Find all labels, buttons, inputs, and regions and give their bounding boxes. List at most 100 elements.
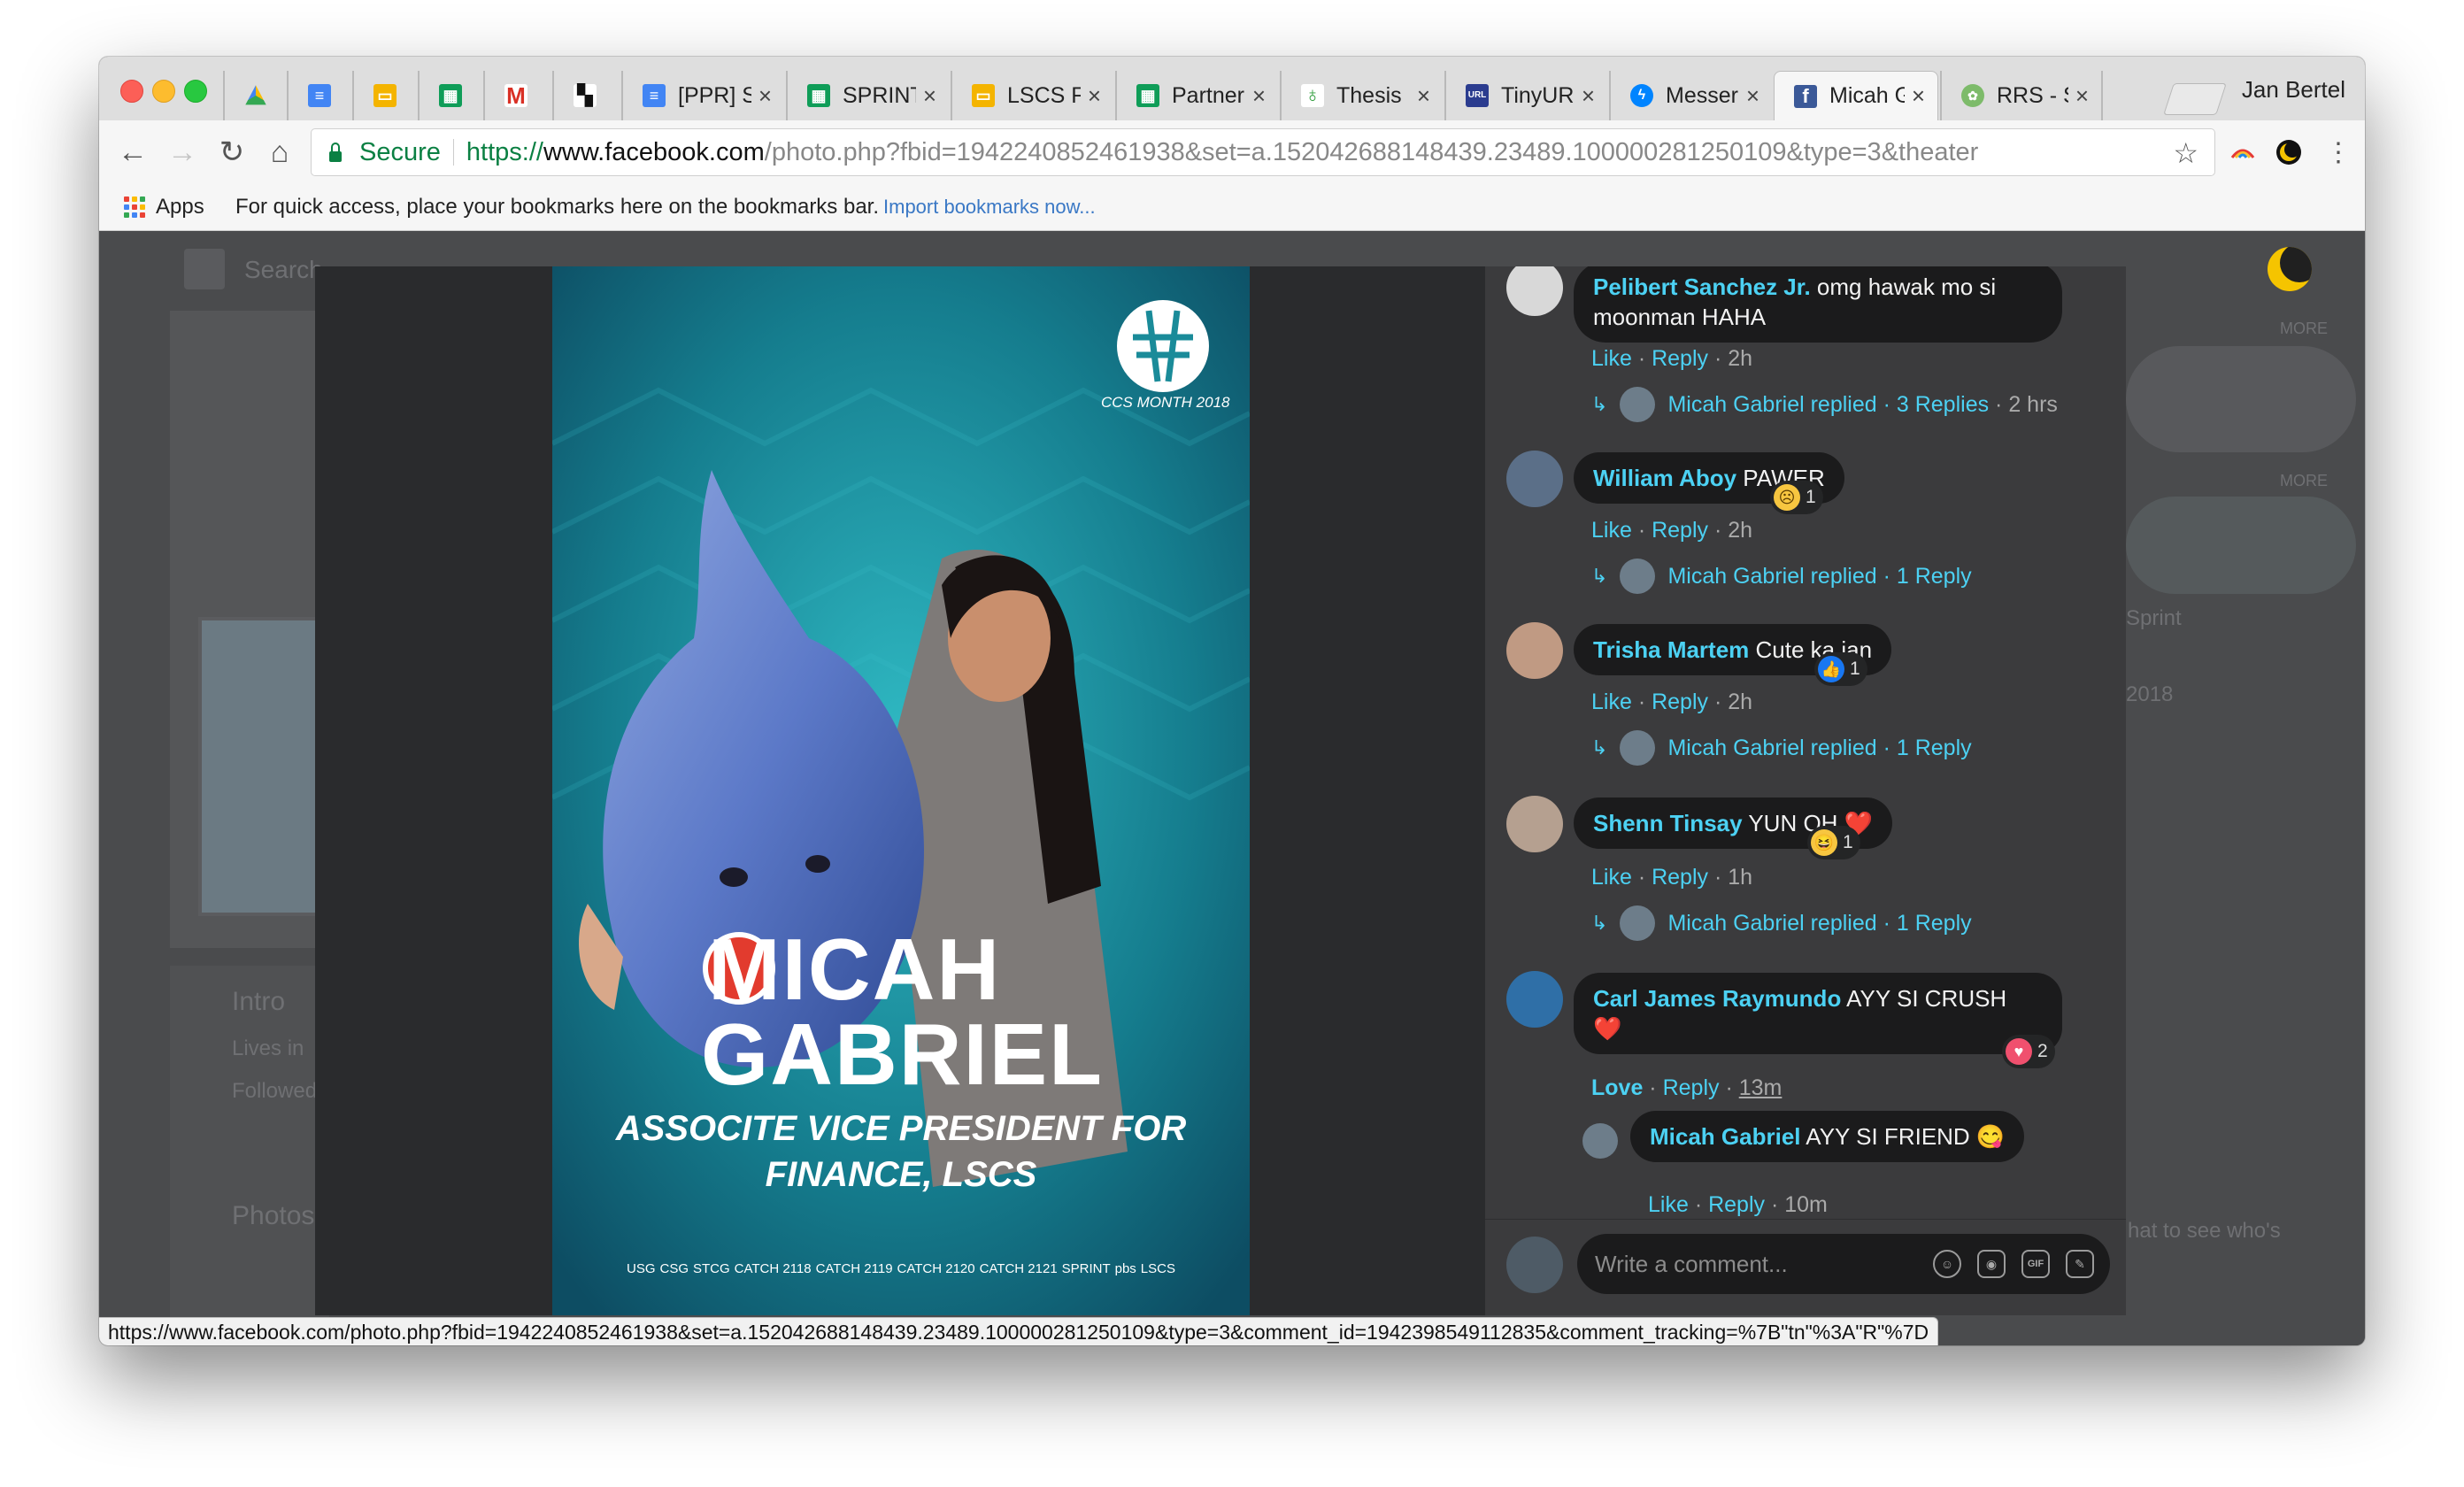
close-window-button[interactable] bbox=[120, 80, 143, 103]
tab-close-button[interactable]: × bbox=[923, 82, 936, 110]
tab-thesis[interactable]: ♁ Thesis × bbox=[1280, 71, 1443, 120]
forward-button[interactable]: → bbox=[163, 133, 202, 172]
replies-link[interactable]: ↳ Micah Gabriel replied · 1 Reply bbox=[1591, 905, 1972, 941]
comment-author[interactable]: Carl James Raymundo bbox=[1593, 985, 1841, 1012]
comment-composer[interactable]: Write a comment... ☺ ◉ GIF ✎ bbox=[1577, 1234, 2110, 1294]
tab-close-button[interactable]: × bbox=[2075, 82, 2089, 110]
tab-messenger[interactable]: ϟ Messer × bbox=[1609, 71, 1772, 120]
dark-mode-extension-icon[interactable] bbox=[2275, 138, 2303, 166]
comment-author[interactable]: Trisha Martem bbox=[1593, 636, 1749, 663]
comment-input[interactable]: Write a comment... bbox=[1595, 1251, 1917, 1278]
menu-kebab-icon[interactable]: ⋮ bbox=[2319, 133, 2358, 172]
avatar[interactable] bbox=[1506, 451, 1563, 507]
emoji-icon[interactable]: ☺ bbox=[1933, 1250, 1961, 1278]
tab-rrs[interactable]: ✿ RRS - S × bbox=[1940, 71, 2103, 120]
bg-profile-photo bbox=[198, 617, 329, 916]
like-button[interactable]: Like bbox=[1591, 865, 1632, 890]
sad-reaction-icon: ☹ bbox=[1774, 484, 1800, 511]
gif-icon[interactable]: GIF bbox=[2021, 1250, 2050, 1278]
reply-button[interactable]: Reply bbox=[1663, 1075, 1720, 1100]
apps-shortcut[interactable]: Apps bbox=[156, 195, 204, 220]
like-button[interactable]: Like bbox=[1591, 518, 1632, 543]
org-logo-catch-2121: CATCH 2121 bbox=[979, 1261, 1058, 1276]
love-button[interactable]: Love bbox=[1591, 1075, 1643, 1100]
tab-close-button[interactable]: × bbox=[1088, 82, 1101, 110]
tab-app[interactable]: ▚ bbox=[552, 71, 620, 120]
avatar[interactable] bbox=[1506, 796, 1563, 852]
home-button[interactable]: ⌂ bbox=[260, 133, 299, 172]
reply-count[interactable]: 1 Reply bbox=[1897, 564, 1972, 589]
reaction-count[interactable]: ☹ 1 bbox=[1770, 481, 1823, 514]
avatar[interactable] bbox=[1506, 622, 1563, 679]
reply-button[interactable]: Reply bbox=[1708, 1192, 1765, 1217]
reply-count[interactable]: 1 Reply bbox=[1897, 911, 1972, 936]
minimize-window-button[interactable] bbox=[152, 80, 175, 103]
tab-google-slides-1[interactable]: ▭ bbox=[352, 71, 416, 120]
reaction-count[interactable]: ♥ 2 bbox=[2002, 1035, 2055, 1068]
sticker-icon[interactable]: ✎ bbox=[2066, 1250, 2094, 1278]
google-drive-icon bbox=[245, 85, 266, 105]
camera-icon[interactable]: ◉ bbox=[1977, 1250, 2006, 1278]
back-button[interactable]: ← bbox=[113, 133, 152, 172]
new-tab-button[interactable] bbox=[2163, 83, 2227, 115]
tab-google-docs-1[interactable]: ≡ bbox=[287, 71, 350, 120]
tab-close-button[interactable]: × bbox=[1252, 82, 1266, 110]
reply-count[interactable]: 3 Replies bbox=[1897, 392, 1989, 418]
tab-gmail[interactable]: M bbox=[483, 71, 551, 120]
address-bar[interactable]: Secure https:// www.facebook.com /photo.… bbox=[312, 129, 2214, 175]
tab-strip: ≡ ▭ ▦ M ▚ ≡ [PPR] S × ▦ SPRINT × ▭ LSCS … bbox=[99, 57, 2365, 121]
tab-google-drive[interactable] bbox=[223, 71, 285, 120]
comment-author[interactable]: Pelibert Sanchez Jr. bbox=[1593, 274, 1811, 300]
tab-close-button[interactable]: × bbox=[1417, 82, 1430, 110]
bg-chat-hint: hat to see who's bbox=[2128, 1219, 2281, 1243]
reply-button[interactable]: Reply bbox=[1652, 346, 1708, 371]
tab-close-button[interactable]: × bbox=[1582, 82, 1595, 110]
like-button[interactable]: Like bbox=[1648, 1192, 1689, 1217]
replies-link[interactable]: ↳ Micah Gabriel replied · 1 Reply bbox=[1591, 730, 1972, 766]
reply-button[interactable]: Reply bbox=[1652, 518, 1708, 543]
import-bookmarks-link[interactable]: Import bookmarks now... bbox=[883, 196, 1096, 219]
app-grid-icon: ▚ bbox=[574, 84, 597, 107]
tab-facebook-micah[interactable]: f Micah G × bbox=[1774, 71, 1938, 120]
tab-close-button[interactable]: × bbox=[1912, 82, 1925, 110]
reaction-count[interactable]: 👍 1 bbox=[1814, 652, 1867, 686]
gmail-icon: M bbox=[504, 84, 527, 107]
composer-divider bbox=[1485, 1219, 2126, 1220]
tab-close-button[interactable]: × bbox=[758, 82, 772, 110]
poster-image[interactable]: CCS MONTH 2018 MICAH GABRIEL ASSOCITE VI… bbox=[552, 266, 1250, 1315]
avatar bbox=[1620, 730, 1656, 766]
reload-button[interactable]: ↻ bbox=[212, 133, 251, 172]
reply-button[interactable]: Reply bbox=[1652, 865, 1708, 890]
reaction-count[interactable]: 😆 1 bbox=[1807, 826, 1860, 859]
current-user-avatar[interactable] bbox=[1506, 1237, 1563, 1293]
rainbow-extension-icon[interactable] bbox=[2229, 138, 2257, 166]
poster-position-line2: FINANCE, LSCS bbox=[765, 1155, 1037, 1194]
tab-partner[interactable]: ▦ Partner × bbox=[1115, 71, 1278, 120]
comment-time[interactable]: 13m bbox=[1739, 1075, 1783, 1100]
maximize-window-button[interactable] bbox=[184, 80, 207, 103]
reply-author[interactable]: Micah Gabriel bbox=[1650, 1123, 1801, 1150]
avatar[interactable] bbox=[1506, 266, 1563, 316]
comment-author[interactable]: Shenn Tinsay bbox=[1593, 810, 1743, 836]
replies-link[interactable]: ↳ Micah Gabriel replied · 3 Replies · 2 … bbox=[1591, 387, 2058, 422]
reply-button[interactable]: Reply bbox=[1652, 690, 1708, 714]
bookmark-star-icon[interactable]: ☆ bbox=[2173, 136, 2198, 170]
tab-lscs[interactable]: ▭ LSCS F × bbox=[951, 71, 1113, 120]
apps-grid-icon[interactable] bbox=[124, 196, 145, 218]
tab-ppr[interactable]: ≡ [PPR] S × bbox=[621, 71, 784, 120]
profile-name[interactable]: Jan Bertel bbox=[2242, 76, 2345, 104]
tab-sprint[interactable]: ▦ SPRINT × bbox=[786, 71, 949, 120]
tab-close-button[interactable]: × bbox=[1746, 82, 1759, 110]
reaction-number: 1 bbox=[1850, 659, 1860, 679]
browser-toolbar: ← → ↻ ⌂ Secure https:// www.facebook.com… bbox=[99, 120, 2365, 184]
like-button[interactable]: Like bbox=[1591, 690, 1632, 714]
replies-link[interactable]: ↳ Micah Gabriel replied · 1 Reply bbox=[1591, 559, 1972, 594]
like-button[interactable]: Like bbox=[1591, 346, 1632, 371]
comment-author[interactable]: William Aboy bbox=[1593, 465, 1736, 491]
night-mode-toggle-icon[interactable] bbox=[2268, 247, 2312, 291]
tab-tinyurl[interactable]: URL TinyUR × bbox=[1444, 71, 1607, 120]
reply-count[interactable]: 1 Reply bbox=[1897, 736, 1972, 761]
tab-google-sheets-1[interactable]: ▦ bbox=[418, 71, 481, 120]
avatar[interactable] bbox=[1582, 1123, 1618, 1159]
avatar[interactable] bbox=[1506, 971, 1563, 1028]
